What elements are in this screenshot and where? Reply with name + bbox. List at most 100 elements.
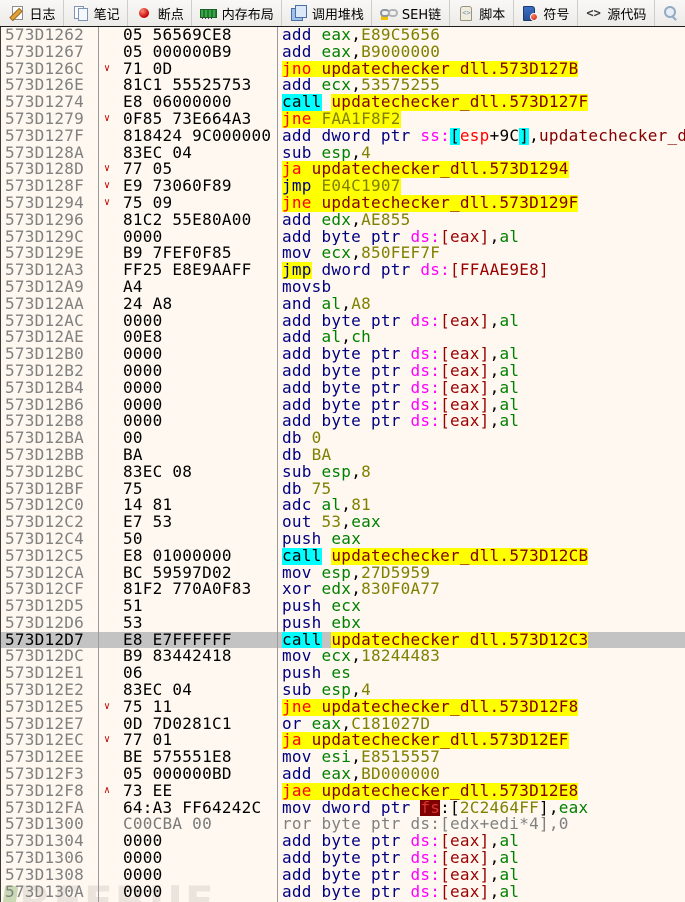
bytes-cell: BA (123, 447, 275, 464)
instruction-cell: add byte ptr ds:[eax],al (282, 346, 685, 363)
disasm-row[interactable]: 573D12A9 A4 movsb (1, 279, 685, 296)
disasm-row[interactable]: 573D12D7E8 E7FFFFFFcall updatechecker_dl… (1, 632, 685, 649)
bytes-cell: 83EC 08 (123, 464, 275, 481)
disasm-row[interactable]: 573D129681C2 55E80A00add edx,AE855 (1, 212, 685, 229)
disasm-row[interactable]: 573D130A0000add byte ptr ds:[eax],al (1, 884, 685, 901)
address-cell: 573D1304 (5, 833, 84, 850)
search-button[interactable] (655, 0, 685, 26)
bytes-cell: E7 53 (123, 514, 275, 531)
tab-notes[interactable]: 笔记 (64, 0, 128, 26)
disasm-row[interactable]: 573D12B40000add byte ptr ds:[eax],al (1, 380, 685, 397)
disasm-row[interactable]: 573D12AC0000add byte ptr ds:[eax],al (1, 313, 685, 330)
disasm-row[interactable]: 573D126C∨71 0Djno updatechecker_dll.573D… (1, 61, 685, 78)
instruction-cell: mov ecx,18244483 (282, 648, 685, 665)
disassembly-rows: 573D126205 56569CE8add eax,E89C5656573D1… (1, 27, 685, 900)
instruction-cell: movsb (282, 279, 685, 296)
jump-arrow-down-icon: ∨ (104, 111, 120, 128)
disasm-row[interactable]: 573D12E106push es (1, 665, 685, 682)
disasm-row[interactable]: 573D12E5∨75 11jne updatechecker_dll.573D… (1, 699, 685, 716)
tab-source-code[interactable]: 源代码 (578, 0, 655, 26)
address-cell: 573D12D6 (5, 615, 84, 632)
address-cell: 573D127F (5, 128, 84, 145)
disasm-row[interactable]: 573D12AE00E8add al,ch (1, 329, 685, 346)
tab-symbols[interactable]: 符号 (514, 0, 578, 26)
seh-chain-icon (380, 5, 397, 21)
disasm-row[interactable]: 573D12C014 81adc al,81 (1, 497, 685, 514)
bytes-cell: A4 (123, 279, 275, 296)
address-cell: 573D12BC (5, 464, 84, 481)
disasm-row[interactable]: 573D12CABC 59597D02mov esp,27D5959 (1, 565, 685, 582)
disasm-row[interactable]: 573D12EEBE 575551E8mov esi,E8515557 (1, 749, 685, 766)
address-cell: 573D12CA (5, 565, 84, 582)
address-cell: 573D12D5 (5, 598, 84, 615)
disasm-row[interactable]: 573D126205 56569CE8add eax,E89C5656 (1, 27, 685, 44)
instruction-cell: push es (282, 665, 685, 682)
instruction-cell: jmp dword ptr ds:[FFAAE9E8] (282, 262, 685, 279)
disasm-row[interactable]: 573D12E283EC 04sub esp,4 (1, 682, 685, 699)
tab-breakpoint[interactable]: 断点 (128, 0, 192, 26)
disasm-row[interactable]: 573D12B00000add byte ptr ds:[eax],al (1, 346, 685, 363)
address-cell: 573D12E2 (5, 682, 84, 699)
disasm-row[interactable]: 573D12CF81F2 770A0F83xor edx,830F0A77 (1, 581, 685, 598)
disasm-row[interactable]: 573D12B60000add byte ptr ds:[eax],al (1, 397, 685, 414)
address-cell: 573D12A9 (5, 279, 84, 296)
disasm-row[interactable]: 573D12BBBAdb BA (1, 447, 685, 464)
disasm-row[interactable]: 573D126E81C1 55525753add ecx,53575255 (1, 77, 685, 94)
instruction-cell: ja updatechecker_dll.573D1294 (282, 161, 685, 178)
disasm-row[interactable]: 573D13040000add byte ptr ds:[eax],al (1, 833, 685, 850)
disasm-row[interactable]: 573D12A3FF25 E8E9AAFFjmp dword ptr ds:[F… (1, 262, 685, 279)
disasm-row[interactable]: 573D12D551push ecx (1, 598, 685, 615)
disassembly-view[interactable]: REEBUF 573D126205 56569CE8add eax,E89C56… (0, 27, 685, 902)
disasm-row[interactable]: 573D12B80000add byte ptr ds:[eax],al (1, 413, 685, 430)
disasm-row[interactable]: 573D12D653push ebx (1, 615, 685, 632)
bytes-cell: 0D 7D0281C1 (123, 716, 275, 733)
bytes-cell: 0000 (123, 229, 275, 246)
disasm-row[interactable]: 573D12EC∨77 01ja updatechecker_dll.573D1… (1, 732, 685, 749)
disasm-row[interactable]: 573D12BF75db 75 (1, 481, 685, 498)
disasm-row[interactable]: 573D12BC83EC 08sub esp,8 (1, 464, 685, 481)
disasm-row[interactable]: 573D12C450push eax (1, 531, 685, 548)
disasm-row[interactable]: 573D1279∨0F85 73E664A3jne FAA1F8F2 (1, 111, 685, 128)
address-cell: 573D12E5 (5, 699, 84, 716)
tab-memory-map[interactable]: 内存布局 (192, 0, 282, 26)
instruction-cell: push ecx (282, 598, 685, 615)
disasm-row[interactable]: 573D12F8∧73 EEjae updatechecker_dll.573D… (1, 783, 685, 800)
disasm-row[interactable]: 573D1294∨75 09jne updatechecker_dll.573D… (1, 195, 685, 212)
source-code-icon (585, 5, 602, 21)
disasm-row[interactable]: 573D128D∨77 05ja updatechecker_dll.573D1… (1, 161, 685, 178)
bytes-cell: 75 11 (123, 699, 275, 716)
instruction-cell: add eax,E89C5656 (282, 27, 685, 44)
disasm-row[interactable]: 573D128F∨E9 73060F89jmp E04C1907 (1, 178, 685, 195)
disasm-row[interactable]: 573D12FA64:A3 FF64242Cmov dword ptr fs:[… (1, 800, 685, 817)
tab-seh-chain[interactable]: SEH链 (372, 0, 449, 26)
breakpoint-icon (136, 5, 153, 21)
disasm-row[interactable]: 573D12E70D 7D0281C1or eax,C181027D (1, 716, 685, 733)
tab-log[interactable]: 日志 (0, 0, 64, 26)
disasm-row[interactable]: 573D1300C00CBA 00ror byte ptr ds:[edx+ed… (1, 816, 685, 833)
bytes-cell: 81C2 55E80A00 (123, 212, 275, 229)
tab-script[interactable]: 脚本 (450, 0, 514, 26)
disasm-row[interactable]: 573D12DCB9 83442418mov ecx,18244483 (1, 648, 685, 665)
address-cell: 573D12CF (5, 581, 84, 598)
address-cell: 573D12C5 (5, 548, 84, 565)
bytes-cell: 75 09 (123, 195, 275, 212)
disasm-row[interactable]: 573D12BA00db 0 (1, 430, 685, 447)
address-cell: 573D12AA (5, 296, 84, 313)
memory-map-icon (200, 5, 217, 21)
disasm-row[interactable]: 573D126705 000000B9add eax,B9000000 (1, 44, 685, 61)
disasm-row[interactable]: 573D12C2E7 53out 53,eax (1, 514, 685, 531)
disasm-row[interactable]: 573D129C0000add byte ptr ds:[eax],al (1, 229, 685, 246)
disasm-row[interactable]: 573D129EB9 7FEF0F85mov ecx,850FEF7F (1, 245, 685, 262)
disasm-row[interactable]: 573D1274E8 06000000call updatechecker_dl… (1, 94, 685, 111)
instruction-cell: ror byte ptr ds:[edx+edi*4],0 (282, 816, 685, 833)
disasm-row[interactable]: 573D13080000add byte ptr ds:[eax],al (1, 867, 685, 884)
disasm-row[interactable]: 573D12F305 000000BDadd eax,BD000000 (1, 766, 685, 783)
disasm-row[interactable]: 573D127F818424 9C000000add dword ptr ss:… (1, 128, 685, 145)
disasm-row[interactable]: 573D13060000add byte ptr ds:[eax],al (1, 850, 685, 867)
tab-call-stack[interactable]: 调用堆栈 (282, 0, 372, 26)
disasm-row[interactable]: 573D12C5E8 01000000call updatechecker_dl… (1, 548, 685, 565)
call-stack-icon (290, 5, 307, 21)
disasm-row[interactable]: 573D12AA24 A8and al,A8 (1, 296, 685, 313)
disasm-row[interactable]: 573D128A83EC 04sub esp,4 (1, 145, 685, 162)
disasm-row[interactable]: 573D12B20000add byte ptr ds:[eax],al (1, 363, 685, 380)
